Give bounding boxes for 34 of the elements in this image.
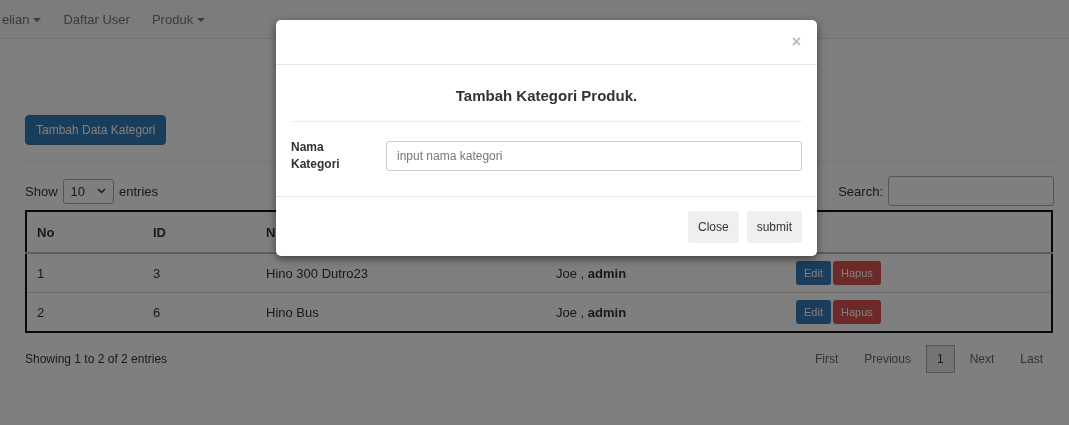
- edit-button[interactable]: Edit: [796, 300, 831, 324]
- table-cell: Joe , admin: [546, 292, 786, 332]
- pagination-link[interactable]: Next: [958, 345, 1006, 373]
- column-header[interactable]: No: [26, 211, 143, 253]
- nav-link[interactable]: Produk: [151, 11, 206, 27]
- entries-label: entries: [119, 183, 159, 199]
- nav-link[interactable]: elian: [2, 11, 42, 27]
- entries-info: Showing 1 to 2 of 2 entries: [25, 352, 168, 366]
- show-label: Show: [25, 183, 58, 199]
- table-cell: Hino Bus: [256, 292, 546, 332]
- chevron-down-icon: [97, 188, 106, 194]
- delete-button[interactable]: Hapus: [832, 261, 881, 285]
- close-icon[interactable]: ×: [791, 33, 801, 51]
- edit-button[interactable]: Edit: [796, 261, 831, 285]
- pagination-link[interactable]: 1: [925, 345, 955, 373]
- search-field[interactable]: [888, 176, 1054, 206]
- pagination-link[interactable]: Last: [1009, 345, 1054, 373]
- search-label: Search:: [838, 183, 883, 199]
- table-cell: 6: [143, 292, 256, 332]
- table-cell: 3: [143, 253, 256, 293]
- delete-button[interactable]: Hapus: [832, 300, 881, 324]
- modal-title: Tambah Kategori Produk.: [454, 87, 639, 104]
- field-label: Nama Kategori: [291, 139, 341, 174]
- category-name-field[interactable]: input nama kategori: [386, 141, 802, 172]
- nav-link[interactable]: Daftar User: [63, 11, 130, 27]
- submit-button[interactable]: submit: [746, 210, 802, 243]
- pagination-link[interactable]: Previous: [853, 345, 922, 373]
- close-button[interactable]: Close: [687, 210, 739, 243]
- entries-select[interactable]: 10: [62, 178, 114, 204]
- column-header[interactable]: ID: [143, 211, 256, 253]
- add-category-button[interactable]: Tambah Data Kategori: [25, 115, 167, 145]
- pagination-link[interactable]: First: [803, 345, 850, 373]
- table-cell: 2: [26, 292, 143, 332]
- table-cell: 1: [26, 253, 143, 293]
